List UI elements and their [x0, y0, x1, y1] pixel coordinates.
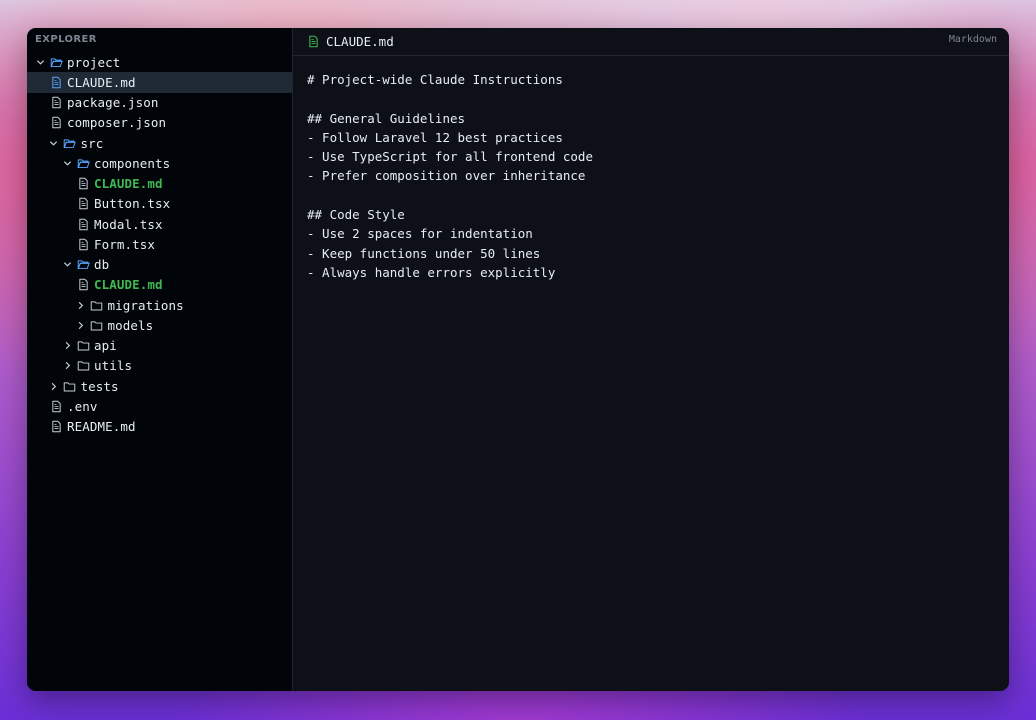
editor-line: # Project-wide Claude Instructions	[307, 72, 563, 87]
chevron-right-icon[interactable]	[74, 298, 88, 312]
tree-file[interactable]: Form.tsx	[27, 234, 292, 254]
tree-item-label: components	[94, 155, 171, 171]
chevron-right-icon[interactable]	[60, 359, 74, 373]
tree-folder[interactable]: models	[27, 315, 292, 335]
file-icon	[76, 197, 90, 211]
tree-item-label: migrations	[107, 297, 184, 313]
chevron-down-icon[interactable]	[60, 258, 74, 272]
tree-file[interactable]: CLAUDE.md	[27, 174, 292, 194]
editor-line: - Always handle errors explicitly	[307, 264, 556, 280]
tree-folder[interactable]: tests	[27, 376, 292, 396]
tree-folder[interactable]: api	[27, 336, 292, 356]
tree-item-label: utils	[94, 358, 133, 374]
editor-line: - Use TypeScript for all frontend code	[307, 149, 593, 165]
folder-open-icon	[63, 136, 77, 150]
explorer-sidebar: EXPLORER project CLAUDE.md package.json com…	[27, 28, 293, 691]
tree-folder[interactable]: db	[27, 255, 292, 275]
chevron-down-icon[interactable]	[33, 55, 47, 69]
tree-item-label: package.json	[67, 95, 159, 111]
tree-item-label: CLAUDE.md	[67, 74, 136, 90]
tree-item-label: src	[80, 135, 104, 151]
tree-item-label: db	[94, 257, 110, 273]
folder-icon	[90, 318, 104, 332]
file-icon	[76, 237, 90, 251]
file-icon	[307, 35, 320, 48]
chevron-down-icon[interactable]	[60, 156, 74, 170]
editor-tab-bar: CLAUDE.md Markdown	[293, 28, 1009, 56]
file-tree: project CLAUDE.md package.json composer.jso…	[27, 52, 292, 437]
file-icon	[49, 116, 63, 130]
chevron-down-icon[interactable]	[47, 136, 61, 150]
tree-file[interactable]: composer.json	[27, 113, 292, 133]
folder-open-icon	[49, 55, 63, 69]
tree-item-label: project	[67, 54, 121, 70]
file-icon	[76, 278, 90, 292]
tree-file[interactable]: Modal.tsx	[27, 214, 292, 234]
folder-open-icon	[76, 156, 90, 170]
tree-file[interactable]: CLAUDE.md	[27, 72, 292, 93]
folder-icon	[90, 298, 104, 312]
editor-line: ## General Guidelines	[307, 110, 466, 126]
tree-file[interactable]: .env	[27, 396, 292, 416]
tree-file[interactable]: README.md	[27, 417, 292, 437]
tree-file[interactable]: package.json	[27, 93, 292, 113]
file-icon	[49, 420, 63, 434]
tree-file[interactable]: Button.tsx	[27, 194, 292, 214]
file-icon	[49, 96, 63, 110]
tree-item-label: CLAUDE.md	[94, 277, 163, 293]
tree-item-label: Form.tsx	[94, 236, 156, 252]
tree-item-label: .env	[67, 398, 98, 414]
tree-item-label: Modal.tsx	[94, 216, 163, 232]
tree-folder[interactable]: utils	[27, 356, 292, 376]
file-icon	[76, 177, 90, 191]
tree-folder[interactable]: migrations	[27, 295, 292, 315]
tree-folder[interactable]: components	[27, 153, 292, 173]
language-mode-label[interactable]: Markdown	[949, 34, 997, 45]
tree-file[interactable]: CLAUDE.md	[27, 275, 292, 295]
chevron-right-icon[interactable]	[60, 339, 74, 353]
tree-folder[interactable]: project	[27, 52, 292, 72]
tree-item-label: Button.tsx	[94, 196, 171, 212]
tree-folder[interactable]: src	[27, 133, 292, 153]
folder-icon	[76, 359, 90, 373]
chevron-right-icon[interactable]	[74, 318, 88, 332]
editor-pane: CLAUDE.md Markdown # Project-wide Claude…	[293, 28, 1009, 691]
tree-item-label: README.md	[67, 419, 136, 435]
file-icon	[49, 75, 63, 89]
folder-icon	[63, 379, 77, 393]
folder-open-icon	[76, 258, 90, 272]
editor-content[interactable]: # Project-wide Claude Instructions ## Gen…	[293, 56, 1009, 282]
editor-line: - Use 2 spaces for indentation	[307, 226, 533, 242]
explorer-title: EXPLORER	[35, 34, 97, 45]
tree-item-label: tests	[80, 378, 119, 394]
editor-line: - Prefer composition over inheritance	[307, 168, 586, 184]
tree-item-label: CLAUDE.md	[94, 176, 163, 192]
tree-item-label: api	[94, 338, 117, 354]
editor-tab-label[interactable]: CLAUDE.md	[326, 34, 394, 49]
editor-line: - Keep functions under 50 lines	[307, 245, 541, 261]
editor-line: - Follow Laravel 12 best practices	[307, 129, 563, 145]
chevron-right-icon[interactable]	[47, 379, 61, 393]
file-icon	[49, 399, 63, 413]
tree-item-label: composer.json	[67, 115, 167, 131]
editor-line: ## Code Style	[307, 207, 405, 223]
file-icon	[76, 217, 90, 231]
tree-item-label: models	[107, 317, 154, 333]
editor-window: EXPLORER project CLAUDE.md package.json com…	[27, 28, 1009, 691]
folder-icon	[76, 339, 90, 353]
